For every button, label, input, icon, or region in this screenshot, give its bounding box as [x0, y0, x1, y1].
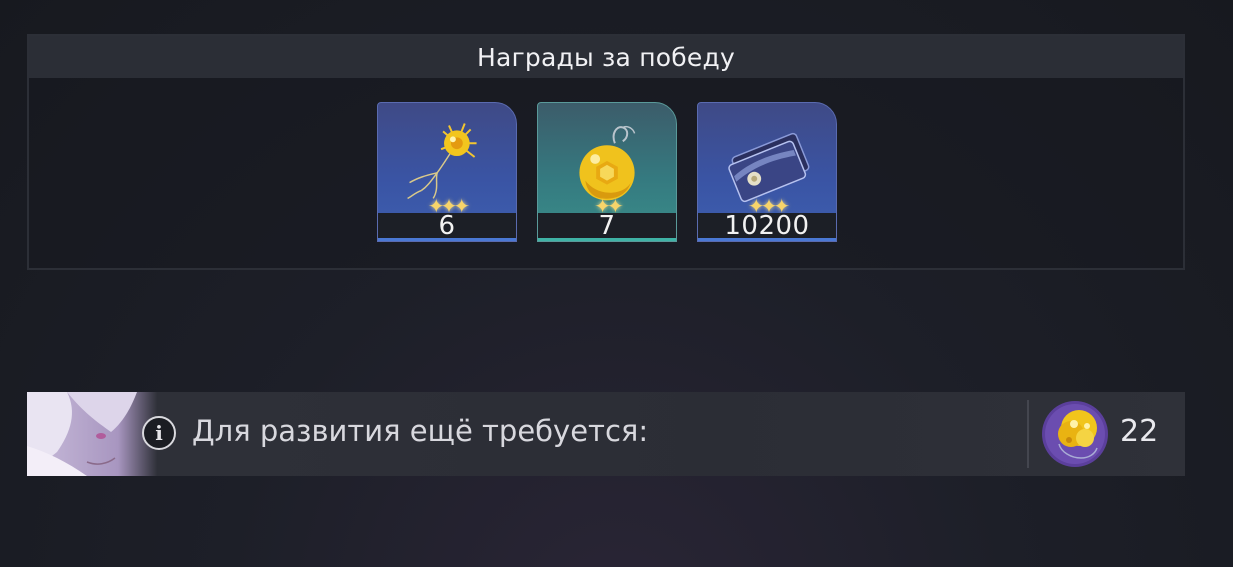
character-portrait: [27, 392, 157, 476]
count-bar: 7: [538, 210, 676, 241]
rewards-header: Награды за победу: [29, 36, 1183, 78]
rewards-panel: Награды за победу ✦✦✦ 6 ✦✦ 7 ✦✦✦ 10200: [27, 34, 1185, 270]
item-count: 10200: [724, 210, 810, 241]
reward-item-orb[interactable]: ✦✦ 7: [537, 102, 677, 242]
item-count: 7: [598, 210, 616, 241]
divider: [1027, 400, 1029, 468]
golden-spore-cluster-icon[interactable]: [1041, 400, 1109, 468]
requirement-bar: i Для развития ещё требуется: 22: [27, 392, 1185, 476]
count-bar: 6: [378, 210, 516, 241]
item-count: 6: [438, 210, 456, 241]
material-count: 22: [1120, 414, 1159, 449]
rewards-title: Награды за победу: [477, 42, 735, 72]
reward-item-neuron[interactable]: ✦✦✦ 6: [377, 102, 517, 242]
requirement-text: Для развития ещё требуется:: [192, 414, 649, 448]
info-icon[interactable]: i: [142, 416, 176, 450]
count-bar: 10200: [698, 210, 836, 241]
info-icon-glyph: i: [155, 421, 163, 445]
reward-item-credits[interactable]: ✦✦✦ 10200: [697, 102, 837, 242]
